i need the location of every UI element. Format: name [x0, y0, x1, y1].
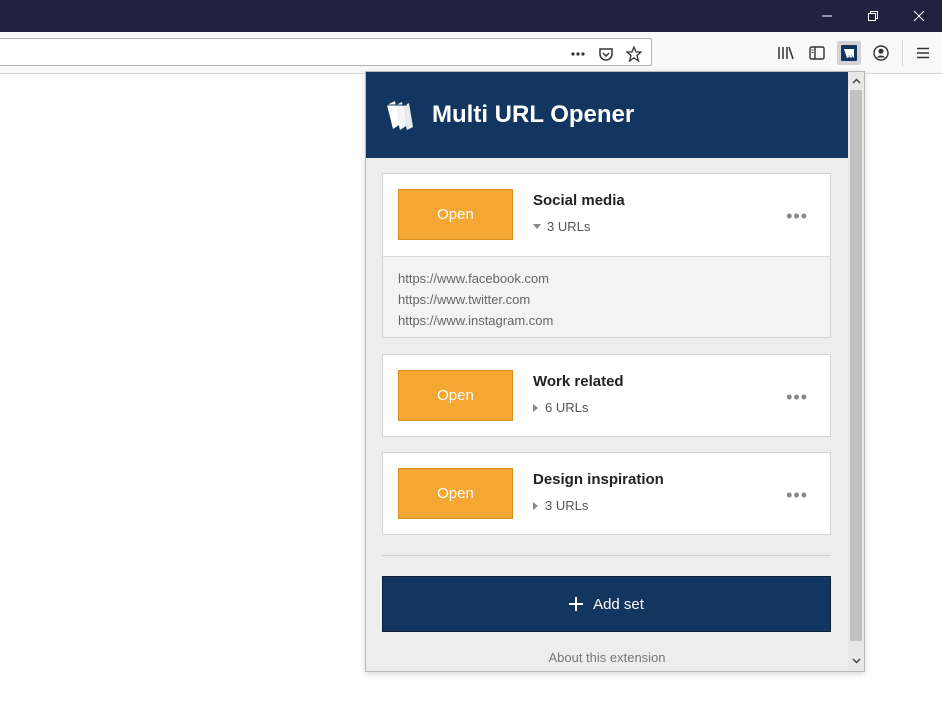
library-icon: [778, 46, 794, 60]
open-set-button[interactable]: Open: [398, 189, 513, 240]
set-name: Social media: [533, 192, 625, 209]
about-extension-link[interactable]: About this extension: [366, 650, 848, 665]
plus-icon: [569, 597, 584, 611]
chevron-down-icon: [851, 658, 861, 664]
minimize-icon: [822, 15, 832, 17]
set-name: Work related: [533, 373, 624, 390]
multi-url-opener-icon: [841, 45, 857, 61]
pocket-button[interactable]: [598, 46, 614, 62]
star-icon: [626, 46, 642, 62]
set-url-count: 3 URLs: [547, 219, 591, 234]
set-url-count: 3 URLs: [545, 498, 589, 513]
url-set-card: Open Design inspiration 3 URLs •••: [382, 452, 831, 535]
account-icon: [873, 45, 889, 61]
pocket-icon: [599, 48, 613, 61]
popup-header: Multi URL Opener: [366, 72, 848, 158]
restore-icon: [868, 11, 878, 21]
set-url-count-toggle[interactable]: 6 URLs: [533, 400, 588, 415]
popup-title: Multi URL Opener: [432, 101, 635, 128]
main-menu-button[interactable]: [911, 41, 935, 65]
minimize-button[interactable]: [804, 0, 850, 32]
set-url-count: 6 URLs: [545, 400, 589, 415]
divider: [382, 555, 831, 556]
browser-toolbar: [0, 32, 942, 74]
scroll-thumb[interactable]: [850, 90, 862, 641]
close-window-button[interactable]: [896, 0, 942, 32]
open-set-button[interactable]: Open: [398, 468, 513, 519]
caret-right-icon: [533, 403, 538, 412]
url-list-item: https://www.facebook.com: [398, 271, 550, 286]
add-set-button[interactable]: Add set: [382, 576, 831, 632]
scroll-down-button[interactable]: [848, 653, 864, 669]
multi-url-opener-logo-icon: [387, 101, 413, 130]
window-titlebar: [0, 0, 942, 32]
url-set-card: Open Social media 3 URLs ••• https://www…: [382, 173, 831, 338]
url-list-item: https://www.instagram.com: [398, 313, 554, 328]
sidebar-button[interactable]: [805, 41, 829, 65]
caret-right-icon: [533, 501, 538, 510]
restore-button[interactable]: [850, 0, 896, 32]
url-set-card: Open Work related 6 URLs •••: [382, 354, 831, 437]
scroll-up-button[interactable]: [848, 73, 864, 89]
bookmark-button[interactable]: [626, 46, 642, 62]
close-icon: [913, 10, 925, 22]
extension-popup: Multi URL Opener Open Social media 3 URL…: [365, 71, 865, 672]
popup-scrollbar[interactable]: [848, 72, 864, 671]
url-list-item: https://www.twitter.com: [398, 292, 531, 307]
more-horizontal-icon: [571, 52, 585, 56]
set-more-options-button[interactable]: •••: [786, 207, 808, 225]
set-url-count-toggle[interactable]: 3 URLs: [533, 498, 588, 513]
set-more-options-button[interactable]: •••: [786, 388, 808, 406]
popup-content: Multi URL Opener Open Social media 3 URL…: [366, 72, 848, 671]
sidebar-icon: [809, 46, 825, 60]
set-url-list: https://www.facebook.com https://www.twi…: [383, 256, 830, 337]
toolbar-separator: [902, 40, 903, 66]
library-button[interactable]: [774, 41, 798, 65]
account-button[interactable]: [869, 41, 893, 65]
set-url-count-toggle[interactable]: 3 URLs: [533, 219, 590, 234]
url-bar[interactable]: [0, 38, 652, 66]
set-name: Design inspiration: [533, 471, 664, 488]
open-set-button[interactable]: Open: [398, 370, 513, 421]
hamburger-menu-icon: [917, 47, 929, 59]
caret-down-icon: [533, 223, 541, 229]
page-actions-button[interactable]: [570, 46, 586, 62]
set-more-options-button[interactable]: •••: [786, 486, 808, 504]
multi-url-opener-toolbar-button[interactable]: [837, 41, 861, 65]
add-set-label: Add set: [593, 595, 644, 613]
chevron-up-icon: [851, 78, 861, 84]
